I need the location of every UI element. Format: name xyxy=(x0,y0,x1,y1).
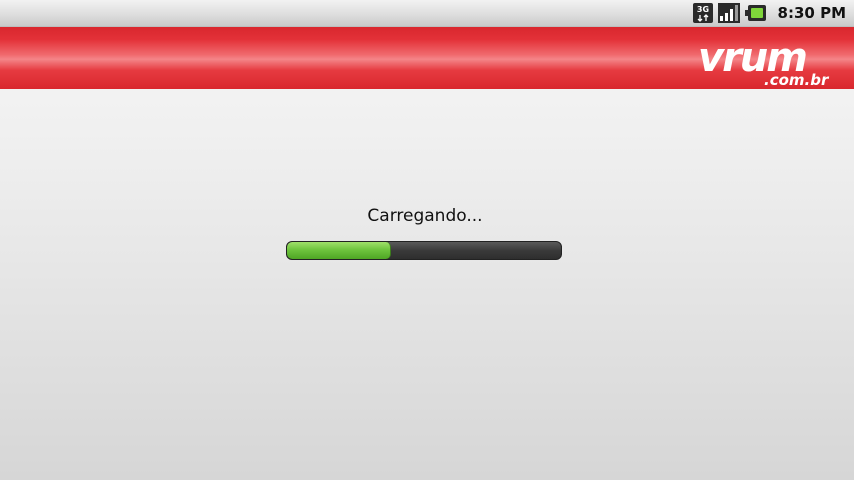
svg-text:3G: 3G xyxy=(696,5,708,14)
svg-text:.com.br: .com.br xyxy=(764,71,830,89)
status-bar: 3G 8:30 PM xyxy=(0,0,854,27)
app-header: vrum .com.br xyxy=(0,27,854,89)
loading-label: Carregando... xyxy=(367,206,483,226)
status-icons: 3G 8:30 PM xyxy=(692,2,846,24)
status-clock: 8:30 PM xyxy=(777,4,846,22)
app-screen: 3G 8:30 PM vrum .com.br Carregando... xyxy=(0,0,854,480)
signal-strength-icon xyxy=(717,3,740,23)
3g-data-icon: 3G xyxy=(692,3,713,23)
loading-progress-bar xyxy=(286,241,562,260)
battery-icon xyxy=(744,4,767,22)
vrum-logo: vrum .com.br xyxy=(698,27,848,89)
loading-progress-fill xyxy=(287,242,392,259)
